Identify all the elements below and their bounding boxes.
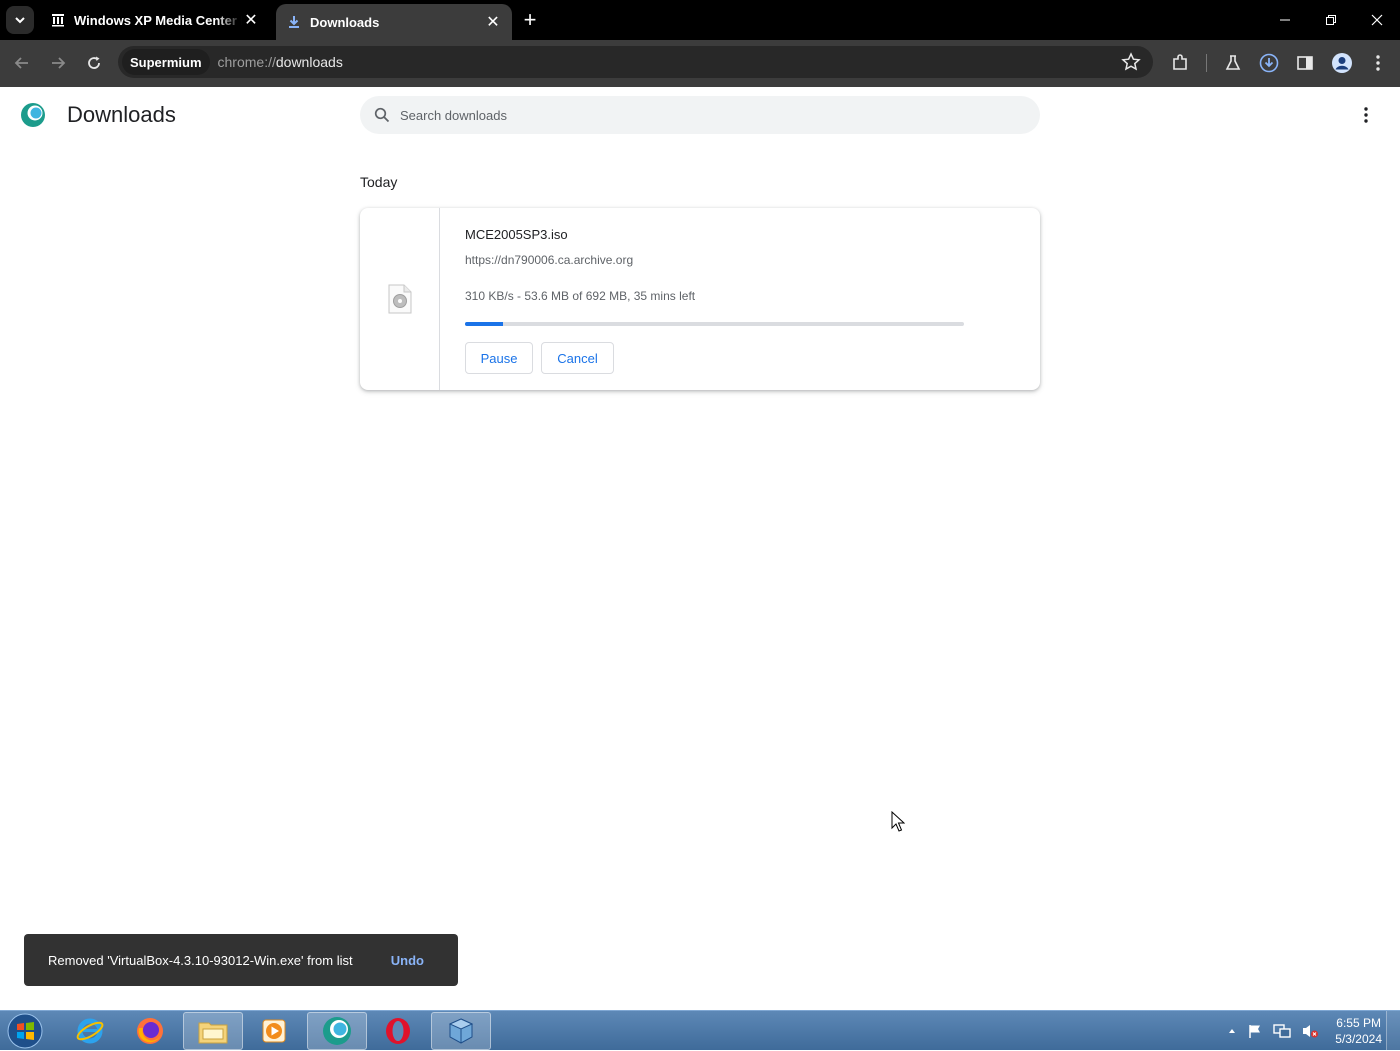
bookmark-star-icon[interactable] <box>1121 52 1141 72</box>
supermium-logo-icon <box>21 103 45 127</box>
date-heading: Today <box>360 174 398 190</box>
disc-image-file-icon <box>388 284 411 314</box>
downloads-toolbar-icon[interactable] <box>1257 51 1281 75</box>
tab-search-button[interactable] <box>6 6 34 34</box>
clock-date: 5/3/2024 <box>1335 1032 1382 1046</box>
chevron-down-icon <box>15 17 25 24</box>
close-tab-icon[interactable]: ✕ <box>484 13 502 31</box>
profile-avatar-icon[interactable] <box>1330 51 1354 75</box>
new-tab-button[interactable]: + <box>518 7 542 32</box>
close-window-button[interactable] <box>1354 0 1400 40</box>
reload-icon <box>88 56 100 69</box>
tab-title: Windows XP Media Center Edition <box>74 12 242 28</box>
search-downloads[interactable] <box>360 96 1040 134</box>
file-explorer-icon <box>198 1022 228 1044</box>
back-arrow-icon <box>14 57 28 69</box>
address-bar[interactable]: Supermium chrome://downloads <box>118 46 1153 78</box>
action-center-flag-icon[interactable] <box>1247 1023 1263 1039</box>
volume-muted-icon[interactable] <box>1301 1023 1319 1039</box>
opera-icon <box>386 1018 410 1044</box>
close-icon <box>1371 14 1383 26</box>
taskbar-virtualbox[interactable] <box>431 1012 491 1050</box>
close-tab-icon[interactable]: ✕ <box>242 11 260 29</box>
url-text[interactable]: chrome://downloads <box>218 54 343 70</box>
tab-title: Downloads <box>310 14 380 30</box>
tab-downloads[interactable]: Downloads ✕ <box>276 4 512 40</box>
search-icon <box>374 107 390 123</box>
taskbar-opera[interactable] <box>368 1012 428 1050</box>
back-button[interactable] <box>8 49 36 77</box>
extensions-icon[interactable] <box>1168 51 1192 75</box>
minimize-button[interactable] <box>1262 0 1308 40</box>
download-progress-bar <box>465 322 964 326</box>
show-desktop-button[interactable] <box>1386 1011 1400 1051</box>
download-item-card: MCE2005SP3.iso https://dn790006.ca.archi… <box>360 208 1040 390</box>
page-title: Downloads <box>67 102 176 127</box>
media-player-icon <box>262 1019 286 1043</box>
download-icon <box>286 14 302 30</box>
restore-icon <box>1326 15 1336 25</box>
supermium-icon <box>323 1017 351 1045</box>
file-icon-column <box>360 208 440 390</box>
restore-button[interactable] <box>1308 0 1354 40</box>
more-actions-icon[interactable] <box>1356 104 1376 126</box>
forward-arrow-icon <box>52 57 66 69</box>
mouse-cursor-icon <box>891 811 905 832</box>
reload-button[interactable] <box>80 49 108 77</box>
tab-strip: Windows XP Media Center Edition ✕ Downlo… <box>0 0 1400 40</box>
archive-icon <box>50 12 66 28</box>
taskbar-file-explorer[interactable] <box>183 1012 243 1050</box>
taskbar-supermium[interactable] <box>307 1012 367 1050</box>
toolbar-separator <box>1206 54 1207 72</box>
show-hidden-icons-icon[interactable] <box>1227 1026 1237 1036</box>
browser-menu-icon[interactable] <box>1366 51 1390 75</box>
cancel-button[interactable]: Cancel <box>541 342 614 374</box>
undo-button[interactable]: Undo <box>391 953 424 968</box>
download-filename[interactable]: MCE2005SP3.iso <box>465 227 568 242</box>
clock-time: 6:55 PM <box>1336 1016 1381 1030</box>
network-icon[interactable] <box>1273 1023 1291 1039</box>
windows-start-icon <box>7 1013 43 1049</box>
taskbar-internet-explorer[interactable] <box>60 1012 120 1050</box>
site-chip[interactable]: Supermium <box>122 49 210 75</box>
minimize-icon <box>1280 19 1290 21</box>
clock[interactable]: 6:55 PM 5/3/2024 <box>1335 1015 1382 1047</box>
pause-button[interactable]: Pause <box>465 342 533 374</box>
removed-toast: Removed 'VirtualBox-4.3.10-93012-Win.exe… <box>24 934 458 986</box>
taskbar-firefox[interactable] <box>120 1012 180 1050</box>
virtualbox-icon <box>448 1018 474 1044</box>
system-tray: 6:55 PM 5/3/2024 <box>1227 1011 1382 1051</box>
tab-windows-xp-mce[interactable]: Windows XP Media Center Edition ✕ <box>40 0 270 40</box>
browser-toolbar: Supermium chrome://downloads <box>0 40 1400 87</box>
side-panel-icon[interactable] <box>1293 51 1317 75</box>
internet-explorer-icon <box>76 1018 104 1044</box>
download-status: 310 KB/s - 53.6 MB of 692 MB, 35 mins le… <box>465 289 696 303</box>
forward-button[interactable] <box>44 49 72 77</box>
download-source-url[interactable]: https://dn790006.ca.archive.org <box>465 253 633 267</box>
firefox-icon <box>137 1018 163 1044</box>
start-button[interactable] <box>4 1012 46 1050</box>
taskbar-media-player[interactable] <box>244 1012 304 1050</box>
labs-flask-icon[interactable] <box>1221 51 1245 75</box>
windows-taskbar: 6:55 PM 5/3/2024 <box>0 1010 1400 1051</box>
search-input[interactable] <box>398 106 958 124</box>
download-progress-fill <box>465 322 504 326</box>
toast-message: Removed 'VirtualBox-4.3.10-93012-Win.exe… <box>48 952 353 968</box>
